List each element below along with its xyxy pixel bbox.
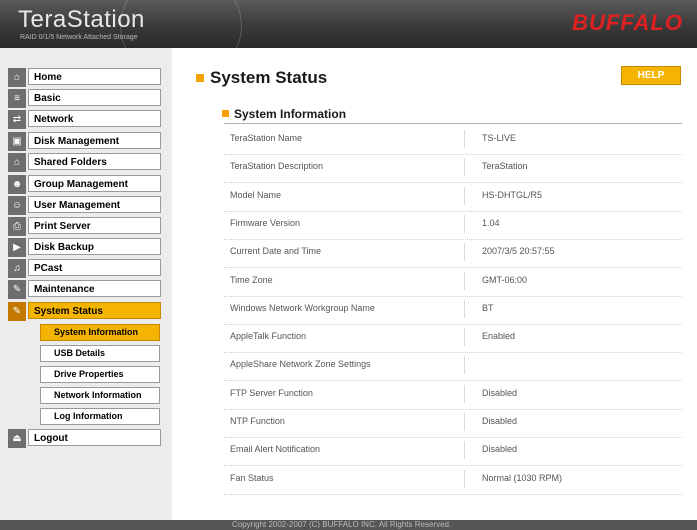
info-separator — [464, 328, 465, 347]
info-separator — [464, 243, 465, 262]
maintenance-icon: ✎ — [8, 280, 26, 299]
info-separator — [464, 299, 465, 318]
nav-network-label[interactable]: Network — [28, 110, 161, 127]
info-label: Windows Network Workgroup Name — [230, 302, 375, 313]
info-label: TeraStation Name — [230, 133, 303, 143]
info-value: Disabled — [482, 387, 518, 398]
title-bullet-icon — [196, 74, 204, 82]
user-icon: ☺ — [8, 196, 26, 215]
subnav-usb-details[interactable]: USB Details — [40, 345, 160, 362]
info-separator — [464, 158, 465, 177]
info-separator — [464, 384, 465, 403]
header-bar: TeraStation RAID 0/1/5 Network Attached … — [0, 0, 697, 48]
section-bullet-icon — [222, 110, 229, 117]
nav-pcast-label[interactable]: PCast — [28, 259, 161, 276]
info-separator — [464, 130, 465, 148]
logo-tagline: RAID 0/1/5 Network Attached Storage — [20, 34, 138, 41]
group-icon: ☻ — [8, 175, 26, 194]
nav-user-management-label[interactable]: User Management — [28, 196, 161, 213]
info-label: TeraStation Description — [230, 161, 324, 172]
backup-icon: ▶ — [8, 238, 26, 257]
info-separator — [464, 186, 465, 205]
info-value: Disabled — [482, 444, 518, 455]
subnav-network-information[interactable]: Network Information — [40, 387, 160, 404]
section-divider — [224, 123, 682, 124]
info-separator — [464, 271, 465, 290]
info-row: Model Name HS-DHTGL/R5 — [224, 183, 682, 212]
help-button[interactable]: HELP — [621, 66, 681, 85]
page-title-text: System Status — [210, 68, 328, 87]
logout-icon: ⏏ — [8, 429, 26, 448]
nav-shared-folders-label[interactable]: Shared Folders — [28, 153, 161, 170]
info-separator — [464, 356, 465, 375]
nav-basic-label[interactable]: Basic — [28, 89, 161, 106]
network-icon: ⇄ — [8, 110, 26, 129]
info-row: Email Alert Notification Disabled — [224, 437, 682, 467]
main-content: System Status HELP System Information Te… — [172, 48, 697, 520]
info-separator — [464, 441, 465, 460]
terastation-logo: TeraStation — [18, 6, 145, 33]
info-label: NTP Function — [230, 416, 285, 426]
info-label: Model Name — [230, 189, 282, 200]
info-label: Time Zone — [230, 274, 273, 285]
shared-folder-icon: ⌂ — [8, 153, 26, 172]
section-title-text: System Information — [234, 107, 347, 121]
copyright-text: Copyright 2002-2007 (C) BUFFALO INC. All… — [232, 520, 452, 529]
info-value: TS-LIVE — [482, 133, 517, 143]
info-separator — [464, 469, 465, 488]
info-row: FTP Server Function Disabled — [224, 381, 682, 410]
info-value: 1.04 — [482, 217, 500, 228]
basic-settings-icon: ≡ — [8, 89, 26, 108]
info-label: AppleTalk Function — [230, 331, 307, 342]
subnav-drive-properties[interactable]: Drive Properties — [40, 366, 160, 383]
info-separator — [464, 214, 465, 233]
info-row: NTP Function Disabled — [224, 409, 682, 438]
info-row: AppleTalk Function Enabled — [224, 324, 682, 354]
info-label: Email Alert Notification — [230, 444, 321, 455]
buffalo-logo: BUFFALO — [572, 10, 683, 35]
nav-system-status-label[interactable]: System Status — [28, 302, 161, 319]
nav-home-label[interactable]: Home — [28, 68, 161, 85]
info-row: Current Date and Time 2007/3/5 20:57:55 — [224, 239, 682, 269]
info-value: Disabled — [482, 416, 518, 426]
info-label: Firmware Version — [230, 217, 301, 228]
info-row: TeraStation Name TS-LIVE — [224, 126, 682, 155]
info-row: TeraStation Description TeraStation — [224, 154, 682, 184]
info-row: Windows Network Workgroup Name BT — [224, 296, 682, 325]
info-label: AppleShare Network Zone Settings — [230, 359, 371, 370]
info-row: Time Zone GMT-06:00 — [224, 268, 682, 297]
info-value: GMT-06:00 — [482, 274, 528, 285]
section-title: System Information — [222, 107, 346, 121]
disk-icon: ▣ — [8, 132, 26, 151]
system-status-icon: ✎ — [8, 302, 26, 321]
printer-icon: ⎙ — [8, 217, 26, 236]
nav-disk-management-label[interactable]: Disk Management — [28, 132, 161, 149]
info-value: BT — [482, 302, 494, 313]
home-icon: ⌂ — [8, 68, 26, 87]
info-label: Fan Status — [230, 472, 274, 483]
pcast-icon: ♫ — [8, 259, 26, 278]
page-title: System Status — [196, 68, 327, 88]
info-separator — [464, 413, 465, 431]
info-row: Firmware Version 1.04 — [224, 211, 682, 240]
nav-logout-label[interactable]: Logout — [28, 429, 161, 446]
info-value: Normal (1030 RPM) — [482, 472, 563, 483]
nav-group-management-label[interactable]: Group Management — [28, 175, 161, 192]
info-value: Enabled — [482, 331, 516, 342]
info-value: 2007/3/5 20:57:55 — [482, 246, 555, 257]
info-row: Fan Status Normal (1030 RPM) — [224, 466, 682, 495]
nav-disk-backup-label[interactable]: Disk Backup — [28, 238, 161, 255]
sidebar: ⌂ Home ≡ Basic ⇄ Network ▣ Disk Manageme… — [0, 48, 172, 520]
nav-print-server-label[interactable]: Print Server — [28, 217, 161, 234]
info-label: Current Date and Time — [230, 246, 322, 257]
info-value: HS-DHTGL/R5 — [482, 189, 543, 200]
footer: Copyright 2002-2007 (C) BUFFALO INC. All… — [0, 520, 697, 530]
info-label: FTP Server Function — [230, 387, 313, 398]
info-value: TeraStation — [482, 161, 528, 172]
info-row: AppleShare Network Zone Settings — [224, 352, 682, 382]
subnav-log-information[interactable]: Log Information — [40, 408, 160, 425]
subnav-system-information[interactable]: System Information — [40, 324, 160, 341]
nav-maintenance-label[interactable]: Maintenance — [28, 280, 161, 297]
